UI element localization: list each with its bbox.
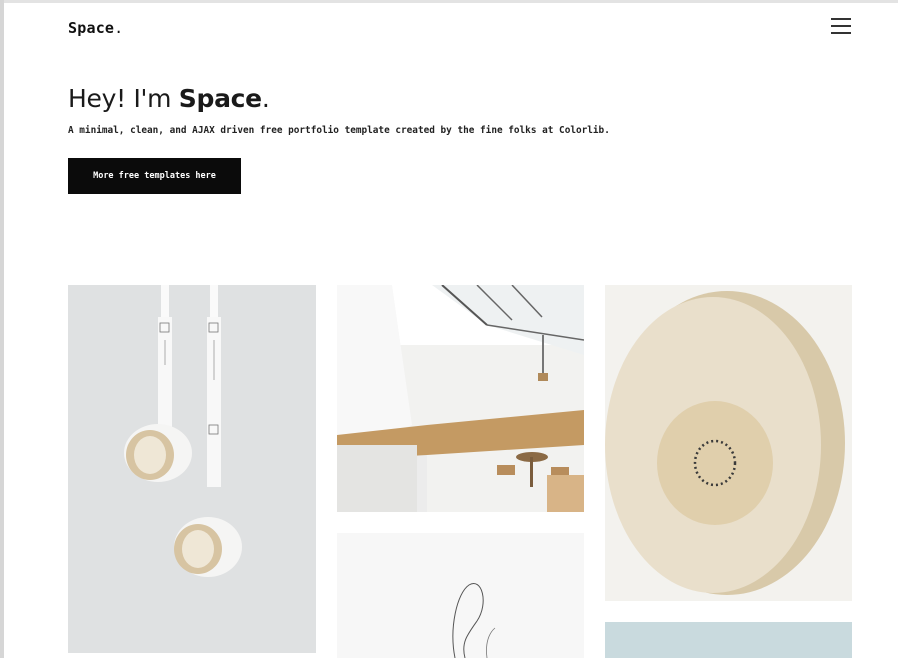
round-tin-photo xyxy=(605,285,852,601)
hero-subtitle: A minimal, clean, and AJAX driven free p… xyxy=(68,125,610,136)
logo-text: Space xyxy=(68,19,115,37)
gallery-item-round-tin[interactable] xyxy=(605,285,852,601)
menu-line xyxy=(831,25,851,27)
menu-line xyxy=(831,32,851,34)
gallery-item-cafe-interior[interactable] xyxy=(337,285,584,512)
gallery-item-line-drawing[interactable] xyxy=(337,533,584,658)
hamburger-menu-icon[interactable] xyxy=(829,14,853,38)
site-logo[interactable]: Space. xyxy=(68,19,123,37)
menu-line xyxy=(831,18,851,20)
hero-title-bold: Space xyxy=(178,84,262,113)
line-drawing-photo xyxy=(337,533,584,658)
top-border xyxy=(0,0,898,3)
tape-rolls-photo xyxy=(68,285,316,653)
hero-title-suffix: . xyxy=(261,84,270,113)
more-templates-button[interactable]: More free templates here xyxy=(68,158,241,194)
logo-dot: . xyxy=(114,19,124,37)
gallery-item-blue-gray[interactable] xyxy=(605,622,852,658)
left-border xyxy=(0,0,4,658)
blue-gray-photo xyxy=(605,622,852,658)
hero-title-prefix: Hey! I'm xyxy=(68,84,179,113)
hero-title: Hey! I'm Space. xyxy=(68,84,270,113)
gallery-item-tape-rolls[interactable] xyxy=(68,285,316,653)
cafe-interior-photo xyxy=(337,285,584,512)
